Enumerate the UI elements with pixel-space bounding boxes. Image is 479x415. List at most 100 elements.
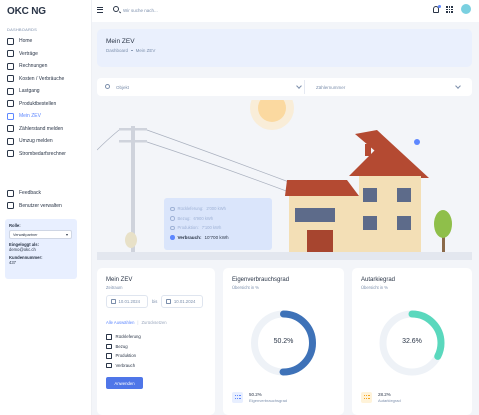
page-title: Mein ZEV	[106, 38, 135, 45]
grid-icon	[361, 392, 372, 403]
info-value: 6'900 kWh	[193, 215, 214, 221]
sidebar-item-mein-zev[interactable]: Mein ZEV	[4, 110, 90, 123]
sidebar-item-lastgang[interactable]: Lastgang	[4, 85, 90, 98]
page-header: Mein ZEV Dashboard Mein ZEV	[97, 29, 472, 67]
role-select-value: Verwaltpartner	[13, 232, 38, 237]
search-icon	[105, 84, 110, 89]
option-label: Produktion	[115, 353, 137, 359]
breadcrumb-dashboard[interactable]: Dashboard	[106, 48, 128, 53]
search-icon[interactable]	[113, 6, 119, 12]
grid-icon	[232, 392, 243, 403]
avatar[interactable]	[461, 4, 471, 14]
meter-select[interactable]: Zählernummer	[313, 80, 463, 94]
option-produktion[interactable]: Produktion	[106, 351, 206, 361]
info-label: Rückleferung:	[177, 206, 204, 212]
checkbox[interactable]	[106, 343, 112, 349]
topbar: Wir suche nach...	[92, 0, 479, 22]
eigen-gauge-value: 50.2%	[273, 338, 294, 345]
info-row-produktion: Produktion: 7'100 kWh	[170, 223, 266, 233]
option-rueckleferung[interactable]: Rückleferung	[106, 332, 206, 342]
autarkie-legend: 28.2% Autarkiegrad	[361, 392, 401, 403]
apps-grid-icon[interactable]	[446, 6, 453, 13]
eigen-legend: 50.2% Eigenverbrauchsgrad	[232, 392, 287, 403]
calculator-icon	[7, 150, 14, 158]
object-select[interactable]: Objekt	[100, 80, 305, 94]
sidebar-item-label: Rechnungen	[19, 63, 48, 70]
autarkie-gauge-value: 32.6%	[402, 338, 422, 345]
search-input[interactable]: Wir suche nach...	[123, 8, 158, 13]
sidebar-item-zaehlerstand[interactable]: Zählerstand melden	[4, 123, 90, 136]
sidebar-item-benutzer[interactable]: Benutzer verwalten	[4, 200, 90, 213]
calendar-icon	[111, 299, 116, 304]
eigen-legend-label: Eigenverbrauchsgrad	[249, 397, 288, 403]
info-value: 2'000 kWh	[206, 206, 226, 212]
contract-icon	[7, 50, 14, 58]
sidebar-item-label: Verträge	[19, 50, 38, 57]
autarkie-gauge: 32.6%	[352, 300, 472, 380]
checkbox[interactable]	[106, 362, 112, 368]
sidebar-item-label: Home	[19, 38, 33, 45]
option-label: Verbrauch	[115, 362, 136, 368]
role-label: Rolle:	[9, 223, 21, 228]
autarkie-legend-text: 28.2% Autarkiegrad	[378, 392, 401, 403]
sidebar-item-rechnungen[interactable]: Rechnungen	[4, 60, 90, 73]
brand-logo[interactable]: OKC NG	[7, 6, 46, 17]
sidebar-item-umzug[interactable]: Umzug melden	[4, 135, 90, 148]
sidebar-item-label: Feedback	[19, 190, 41, 197]
checkbox[interactable]	[106, 334, 112, 340]
eigen-card-title: Eigenverbrauchsgrad	[232, 277, 290, 283]
option-verbrauch[interactable]: Verbrauch	[106, 361, 206, 371]
invoice-icon	[7, 62, 14, 70]
house-illustration-svg	[97, 100, 472, 260]
info-label: Produktion:	[177, 225, 199, 231]
role-select[interactable]: Verwaltpartner ▾	[9, 230, 72, 239]
breadcrumb: Dashboard Mein ZEV	[106, 48, 463, 53]
info-row-bezug: Bezug: 6'900 kWh	[170, 214, 266, 224]
home-energy-icon	[7, 112, 14, 120]
chevron-down-icon	[296, 82, 302, 89]
sidebar-item-label: Umzug melden	[19, 138, 53, 145]
date-from-input[interactable]: 10.01.2024	[106, 295, 148, 308]
menu-icon[interactable]	[97, 7, 103, 13]
sidebar-item-label: Strombedarfsrechner	[19, 150, 66, 157]
sidebar-item-vertraege[interactable]: Verträge	[4, 48, 90, 61]
sidebar-item-label: Benutzer verwalten	[19, 202, 62, 209]
sidebar-item-strombedarf[interactable]: Strombedarfsrechner	[4, 148, 90, 161]
reset-link[interactable]: Zurücksetzen	[142, 320, 167, 325]
coins-icon	[7, 75, 14, 83]
selection-links: Alle Auswählen | Zurücksetzen	[106, 320, 206, 325]
sidebar-item-label: Zählerstand melden	[19, 125, 64, 132]
meter-icon	[7, 125, 14, 133]
autarkie-card: Autarkiegrad Übersicht in % 32.6% 28.2% …	[352, 268, 472, 415]
link-separator: |	[137, 320, 139, 325]
sidebar-item-home[interactable]: Home	[4, 35, 90, 48]
feedback-icon	[7, 189, 14, 197]
info-label: Bezug:	[177, 215, 191, 221]
customer-value: 437	[9, 260, 16, 265]
eigen-card-subtitle: Übersicht in %	[232, 285, 259, 290]
info-value: 10'700 kWh	[204, 234, 229, 240]
date-to-input[interactable]: 10.01.2024	[161, 295, 204, 308]
checkbox[interactable]	[106, 353, 112, 359]
sidebar-item-produkt[interactable]: Produktbestellen	[4, 98, 90, 111]
info-icon	[170, 235, 175, 240]
info-value: 7'100 kWh	[201, 225, 222, 231]
select-all-link[interactable]: Alle Auswählen	[106, 320, 134, 325]
sidebar-item-label: Lastgang	[19, 88, 40, 95]
option-label: Rückleferung	[115, 334, 141, 340]
apply-button[interactable]: Anwenden	[106, 377, 143, 389]
option-bezug[interactable]: Bezug	[106, 342, 206, 352]
sidebar-item-kosten[interactable]: Kosten / Verbräuche	[4, 73, 90, 86]
sidebar-item-feedback[interactable]: Feedback	[4, 187, 90, 200]
info-icon	[170, 225, 175, 230]
sidebar-item-label: Produktbestellen	[19, 100, 57, 107]
eigen-gauge: 50.2%	[223, 300, 344, 380]
option-label: Bezug	[115, 343, 128, 349]
zev-card-title: Mein ZEV	[106, 277, 133, 283]
sidebar-nav: Home Verträge Rechnungen Kosten / Verbrä…	[4, 35, 90, 160]
date-range-separator: bis	[152, 299, 158, 304]
energy-info-box: Rückleferung: 2'000 kWh Bezug: 6'900 kWh P…	[164, 198, 272, 250]
cart-icon	[7, 100, 14, 108]
info-row-verbrauch: Verbrauch: 10'700 kWh	[170, 233, 266, 243]
sidebar-item-label: Kosten / Verbräuche	[19, 75, 65, 82]
